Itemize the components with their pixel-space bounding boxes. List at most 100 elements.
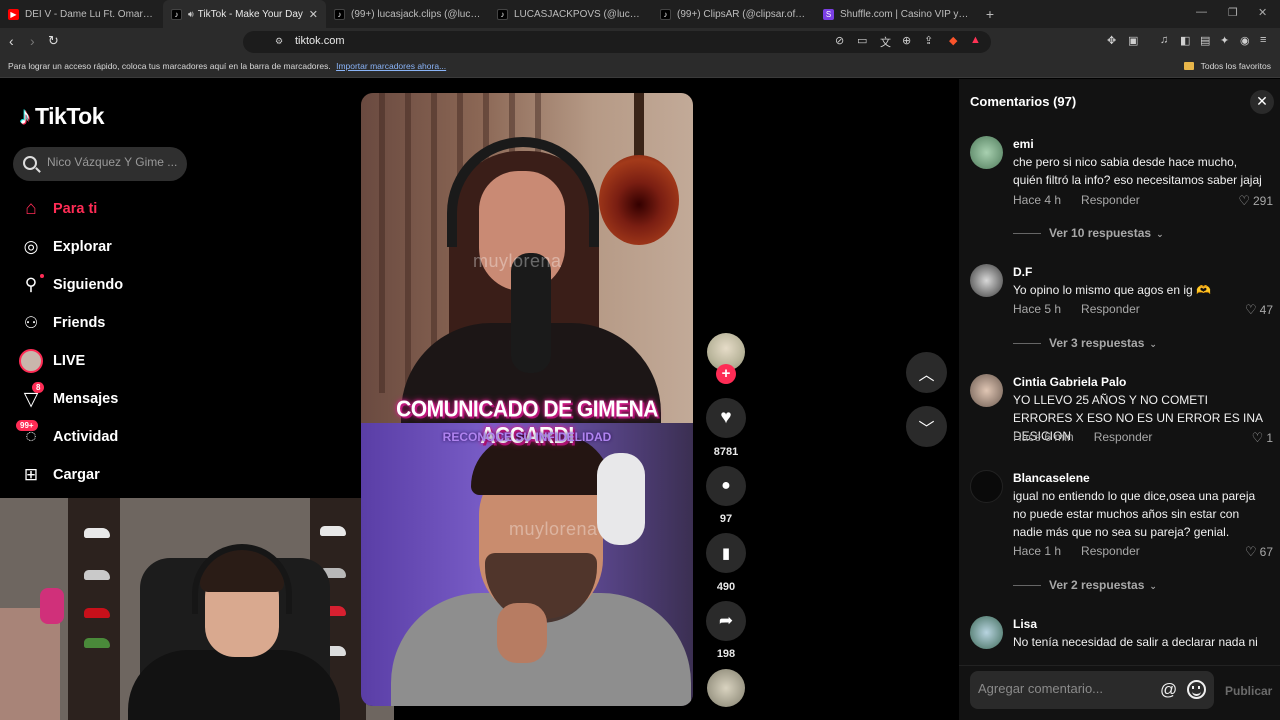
back-icon[interactable]: ‹: [9, 33, 14, 49]
search-box[interactable]: [13, 147, 187, 181]
speaker-icon[interactable]: 🔊︎: [188, 9, 194, 20]
translate-icon[interactable]: 文: [880, 34, 891, 50]
media-icon[interactable]: ♫: [1160, 34, 1168, 46]
view-replies-button[interactable]: Ver 3 respuestas ⌄: [1013, 336, 1157, 350]
view-replies-label: Ver 3 respuestas: [1049, 336, 1145, 350]
browser-tab-active[interactable]: ♪ 🔊︎ TikTok - Make Your Day ✕: [163, 0, 326, 28]
tiktok-logo[interactable]: ♪ TikTok: [19, 103, 105, 130]
folder-icon: [1184, 62, 1195, 70]
close-icon: ✕: [1256, 93, 1268, 109]
close-tab-icon[interactable]: ✕: [309, 8, 318, 21]
import-bookmarks-link[interactable]: Importar marcadores ahora...: [336, 61, 446, 71]
comment-username[interactable]: Blancaselene: [1013, 471, 1090, 485]
bookmark-icon: ▮: [721, 545, 731, 562]
comment-like[interactable]: ♡ 1: [1252, 430, 1273, 446]
browser-tab[interactable]: ▶ DEI V - Dame Lu Ft. Omar Courtz - Yo: [0, 0, 163, 28]
like-button[interactable]: ♥: [706, 398, 746, 438]
like-count: 8781: [713, 446, 739, 458]
browser-tab[interactable]: ♪ (99+) ClipsAR (@clipsar.official) | Ti…: [652, 0, 815, 28]
follow-plus-icon[interactable]: +: [716, 364, 736, 384]
tiktok-favicon-icon: ♪: [497, 8, 508, 20]
comment-text: che pero si nico sabia desde hace mucho,…: [1013, 155, 1262, 187]
forward-icon[interactable]: ›: [30, 33, 35, 49]
save-button[interactable]: ▮: [706, 533, 746, 573]
reload-icon[interactable]: ↻: [48, 33, 59, 49]
comment-avatar[interactable]: [970, 264, 1003, 297]
comment-avatar[interactable]: [970, 616, 1003, 649]
sidebar-toggle-icon[interactable]: ◧: [1180, 34, 1190, 47]
brave-shield-icon[interactable]: ◆: [949, 34, 957, 47]
video-player[interactable]: muylorena muylorena COMUNICADO DE GIMENA…: [361, 93, 693, 706]
view-replies-button[interactable]: Ver 2 respuestas ⌄: [1013, 578, 1157, 592]
site-settings-icon[interactable]: ⚙: [275, 36, 283, 47]
menu-icon[interactable]: ≡: [1260, 34, 1266, 46]
screenshot-icon[interactable]: ▣: [1128, 34, 1138, 47]
all-favorites[interactable]: Todos los favoritos: [1184, 61, 1271, 71]
comment-input[interactable]: [978, 681, 1148, 696]
reply-button[interactable]: Responder: [1081, 193, 1140, 207]
view-replies-button[interactable]: Ver 10 respuestas ⌄: [1013, 226, 1164, 240]
search-icon[interactable]: [23, 156, 37, 170]
comment-like[interactable]: ♡ 291: [1238, 193, 1273, 209]
nav-explore[interactable]: ◎ Explorar: [18, 232, 218, 262]
heart-outline-icon: ♡: [1244, 302, 1257, 317]
publish-button[interactable]: Publicar: [1225, 684, 1272, 698]
reply-button[interactable]: Responder: [1081, 544, 1140, 558]
comment-avatar[interactable]: [970, 470, 1003, 503]
restore-icon[interactable]: ❐: [1228, 6, 1238, 19]
comment-username[interactable]: emi: [1013, 137, 1034, 151]
vpn-icon[interactable]: ◉: [1240, 34, 1250, 47]
new-tab-icon[interactable]: +: [978, 6, 1002, 22]
share-arrow-icon: ➦: [718, 611, 734, 630]
nav-label: Actividad: [53, 429, 119, 445]
comment-avatar[interactable]: [970, 136, 1003, 169]
messages-icon: ▽ 8: [18, 382, 45, 412]
address-bar[interactable]: [243, 31, 991, 53]
reply-button[interactable]: Responder: [1094, 430, 1153, 444]
close-comments-button[interactable]: ✕: [1250, 90, 1274, 114]
comment-username[interactable]: Cintia Gabriela Palo: [1013, 375, 1126, 389]
close-window-icon[interactable]: ✕: [1258, 6, 1267, 19]
cast-icon[interactable]: ▭: [857, 34, 867, 47]
comment-button[interactable]: ●: [706, 466, 746, 506]
previous-video-button[interactable]: ︿: [906, 352, 947, 393]
search-input[interactable]: [47, 155, 179, 169]
url-text[interactable]: tiktok.com: [295, 35, 345, 47]
chevron-down-icon: ⌄: [1156, 229, 1164, 239]
nav-for-you[interactable]: ⌂ Para ti: [18, 194, 218, 224]
rewards-icon[interactable]: ▲: [970, 34, 981, 46]
zoom-icon[interactable]: ⊕: [902, 34, 911, 47]
comment-username[interactable]: Lisa: [1013, 617, 1037, 631]
leo-icon[interactable]: ✦: [1220, 34, 1229, 47]
nav-following[interactable]: ⚲ Siguiendo: [18, 270, 218, 300]
nav-activity[interactable]: ◌ 99+ Actividad: [16, 420, 218, 452]
browser-tab[interactable]: ♪ (99+) lucasjack.clips (@lucasjack.clip…: [326, 0, 489, 28]
share-button[interactable]: ➦: [706, 601, 746, 641]
music-disc[interactable]: [707, 669, 745, 707]
comment-icon: ●: [721, 477, 731, 494]
reply-button[interactable]: Responder: [1081, 302, 1140, 316]
comment-like[interactable]: ♡ 67: [1245, 544, 1273, 560]
next-video-button[interactable]: ﹀: [906, 406, 947, 447]
nav-friends[interactable]: ⚇ Friends: [18, 308, 218, 338]
tracking-icon[interactable]: ⊘: [835, 34, 844, 47]
wallet-icon[interactable]: ▤: [1200, 34, 1210, 47]
nav-live[interactable]: LIVE: [18, 346, 218, 376]
comment-text: igual no entiendo lo que dice,osea una p…: [1013, 489, 1256, 539]
extensions-icon[interactable]: ✥: [1107, 34, 1116, 47]
share-icon[interactable]: ⇪: [924, 34, 933, 47]
minimize-icon[interactable]: —: [1196, 6, 1207, 18]
mention-icon[interactable]: @: [1160, 680, 1177, 700]
nav-upload[interactable]: ⊞ Cargar: [18, 460, 218, 490]
emoji-icon[interactable]: [1187, 680, 1206, 699]
comment-like[interactable]: ♡ 47: [1245, 302, 1273, 318]
nav-messages[interactable]: ▽ 8 Mensajes: [18, 382, 218, 414]
view-replies-label: Ver 2 respuestas: [1049, 578, 1145, 592]
comment-username[interactable]: D.F: [1013, 265, 1032, 279]
browser-tab[interactable]: S Shuffle.com | Casino VIP y casa de ap: [815, 0, 978, 28]
browser-tab[interactable]: ♪ LUCASJACKPOVS (@lucasjackpovs) | TikT: [489, 0, 652, 28]
comment-time: Hace 5 h: [1013, 302, 1062, 316]
video-scene-top: muylorena: [361, 93, 693, 433]
home-icon: ⌂: [25, 198, 37, 219]
comment-avatar[interactable]: [970, 374, 1003, 407]
